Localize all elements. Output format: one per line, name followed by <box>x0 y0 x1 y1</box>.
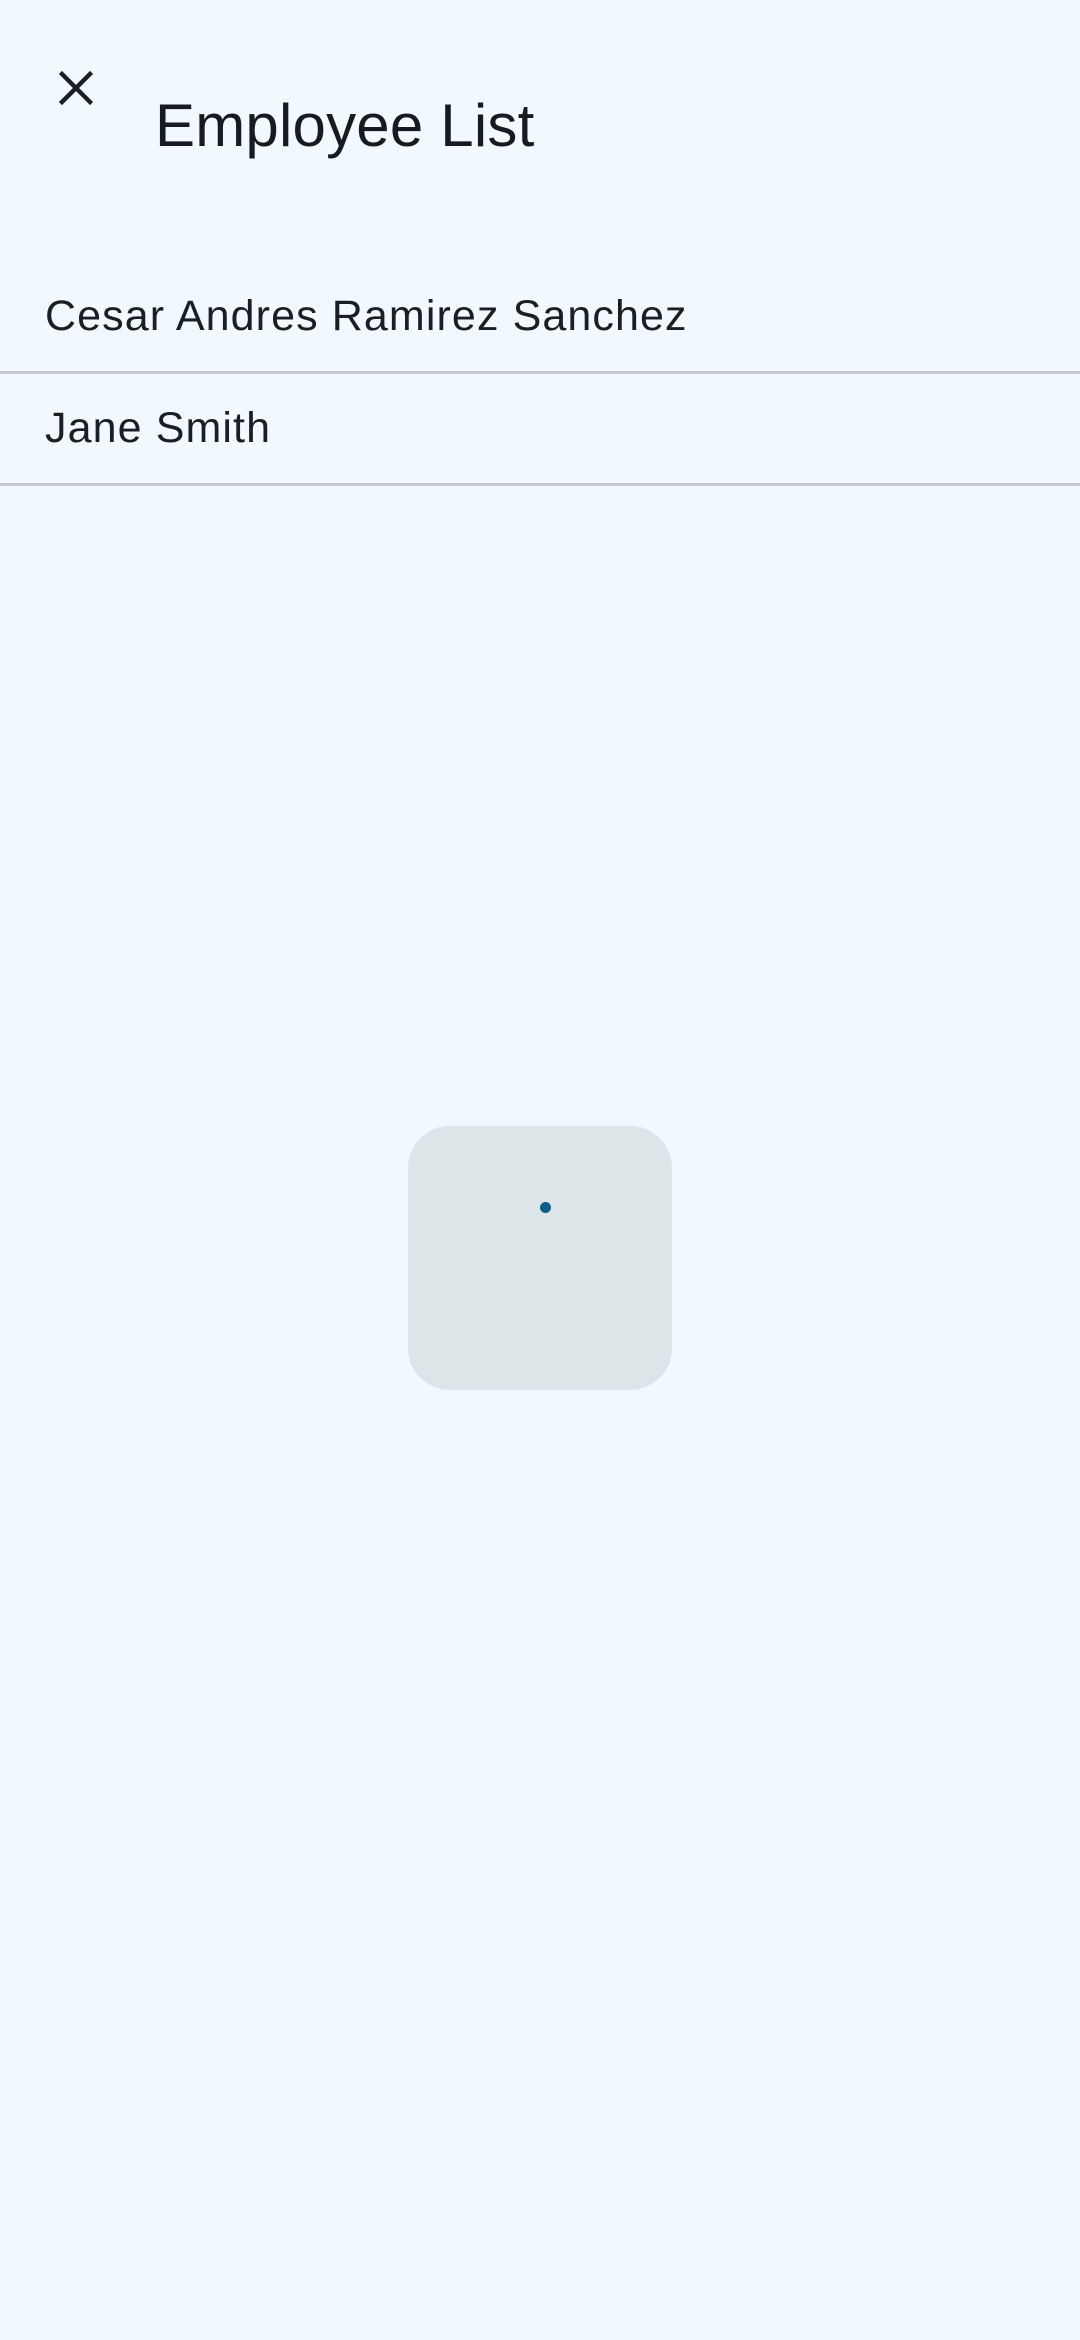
employee-list-item[interactable]: Cesar Andres Ramirez Sanchez <box>0 262 1080 374</box>
employee-name: Jane Smith <box>45 404 272 452</box>
top-app-bar: Employee List <box>0 0 1080 176</box>
loading-dialog <box>408 1126 672 1390</box>
close-icon <box>58 70 94 106</box>
employee-name: Cesar Andres Ramirez Sanchez <box>45 292 688 340</box>
progress-indicator <box>540 1202 551 1213</box>
page-title: Employee List <box>155 92 535 160</box>
employee-list: Cesar Andres Ramirez Sanchez Jane Smith <box>0 262 1080 486</box>
employee-list-item[interactable]: Jane Smith <box>0 374 1080 486</box>
close-button[interactable] <box>36 48 116 128</box>
